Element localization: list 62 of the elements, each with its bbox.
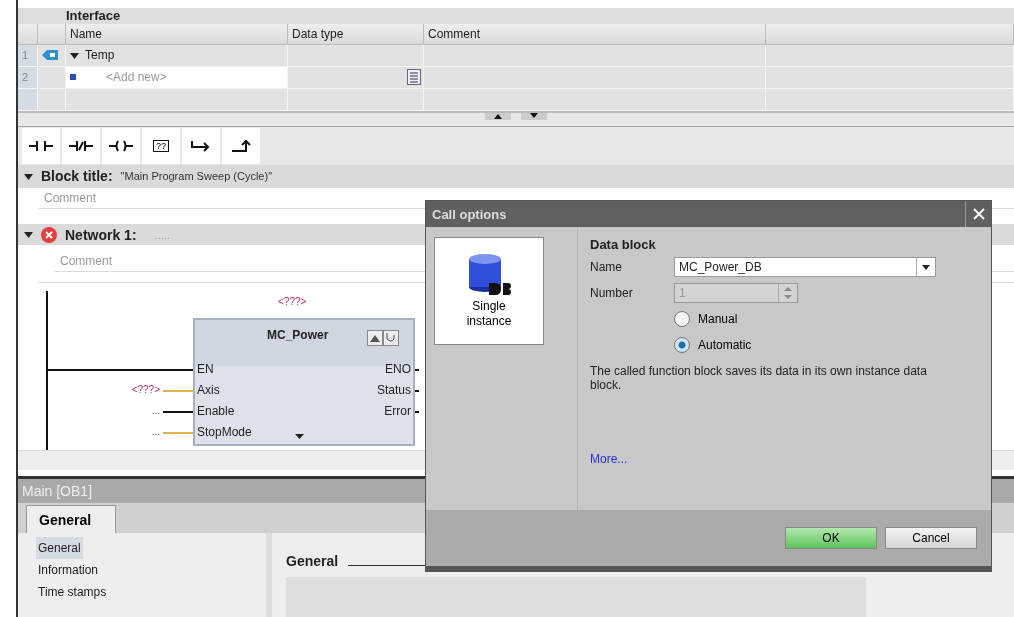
- cell-text: Temp: [85, 46, 115, 64]
- ok-button[interactable]: OK: [785, 527, 877, 549]
- database-icon: [467, 253, 511, 297]
- pin-operand: <???>: [131, 383, 160, 397]
- output-pin: ENO: [385, 361, 411, 377]
- close-icon: [972, 208, 985, 220]
- tab[interactable]: General: [26, 505, 117, 533]
- wire: [163, 411, 193, 413]
- nav-item[interactable]: General: [36, 537, 83, 559]
- nav-item[interactable]: Information: [36, 559, 101, 581]
- radio-button[interactable]: Automatic: [674, 334, 979, 356]
- output-pin: Status: [376, 382, 411, 398]
- list-icon[interactable]: [407, 69, 421, 86]
- section-title: Data block: [590, 237, 657, 252]
- column-header: Name: [66, 23, 288, 45]
- block-title: "Main Program Sweep (Cycle)": [120, 170, 273, 183]
- column-header: Data type: [288, 23, 424, 45]
- column-header: [18, 23, 38, 45]
- expand-arrow-icon[interactable]: [24, 171, 33, 181]
- nav-item[interactable]: Time stamps: [36, 581, 109, 603]
- row-number: 2: [18, 66, 38, 89]
- block-name: MC_Power: [267, 328, 329, 342]
- input-pin: EN: [197, 361, 214, 377]
- more-link[interactable]: More...: [590, 452, 628, 466]
- input-pin: StopMode: [197, 424, 252, 440]
- pin-operand: ...: [151, 404, 160, 418]
- pin-operand: ...: [151, 425, 160, 439]
- field-label: Number: [590, 286, 634, 300]
- block-title-label: Block title:: [41, 168, 113, 185]
- input-pin: Enable: [197, 403, 235, 419]
- description-text: The called function block saves its data in its own instance data block.: [590, 364, 928, 392]
- input-pin: Axis: [197, 382, 220, 398]
- expand-arrow-icon[interactable]: [295, 434, 304, 440]
- wire: [163, 390, 193, 392]
- close-branch-icon[interactable]: [222, 127, 260, 164]
- column-header: Comment: [424, 23, 766, 45]
- dialog-title: Call options: [432, 206, 507, 222]
- empty-box-button[interactable]: ??: [142, 127, 180, 164]
- field-label: Name: [590, 260, 623, 274]
- expand-arrow-icon[interactable]: [24, 230, 33, 240]
- option-tile[interactable]: Single instance: [434, 237, 544, 345]
- network-label: Network 1:: [65, 226, 137, 243]
- contact-icon[interactable]: [22, 127, 60, 164]
- scroll-down-icon[interactable]: [521, 112, 547, 120]
- negated-contact-icon[interactable]: [62, 127, 100, 164]
- expand-arrow-icon[interactable]: [70, 50, 79, 60]
- wire: [163, 432, 193, 434]
- instance-operand: <???>: [278, 295, 307, 309]
- coil-icon[interactable]: [102, 127, 140, 164]
- block-icon[interactable]: [367, 330, 399, 346]
- section-title: General: [286, 553, 339, 569]
- row-number: 1: [18, 44, 38, 67]
- placeholder-text: <Add new>: [106, 68, 167, 86]
- column-header: [38, 23, 66, 45]
- scroll-up-icon[interactable]: [485, 112, 511, 120]
- output-pin: Error: [384, 403, 411, 419]
- name-dropdown[interactable]: MC_Power_DB: [674, 257, 936, 277]
- square-bullet-icon: [70, 74, 76, 81]
- radio-button[interactable]: Manual: [674, 308, 979, 330]
- cancel-button[interactable]: Cancel: [885, 527, 977, 549]
- tag-icon: [42, 50, 58, 61]
- network-title: .....: [154, 228, 170, 241]
